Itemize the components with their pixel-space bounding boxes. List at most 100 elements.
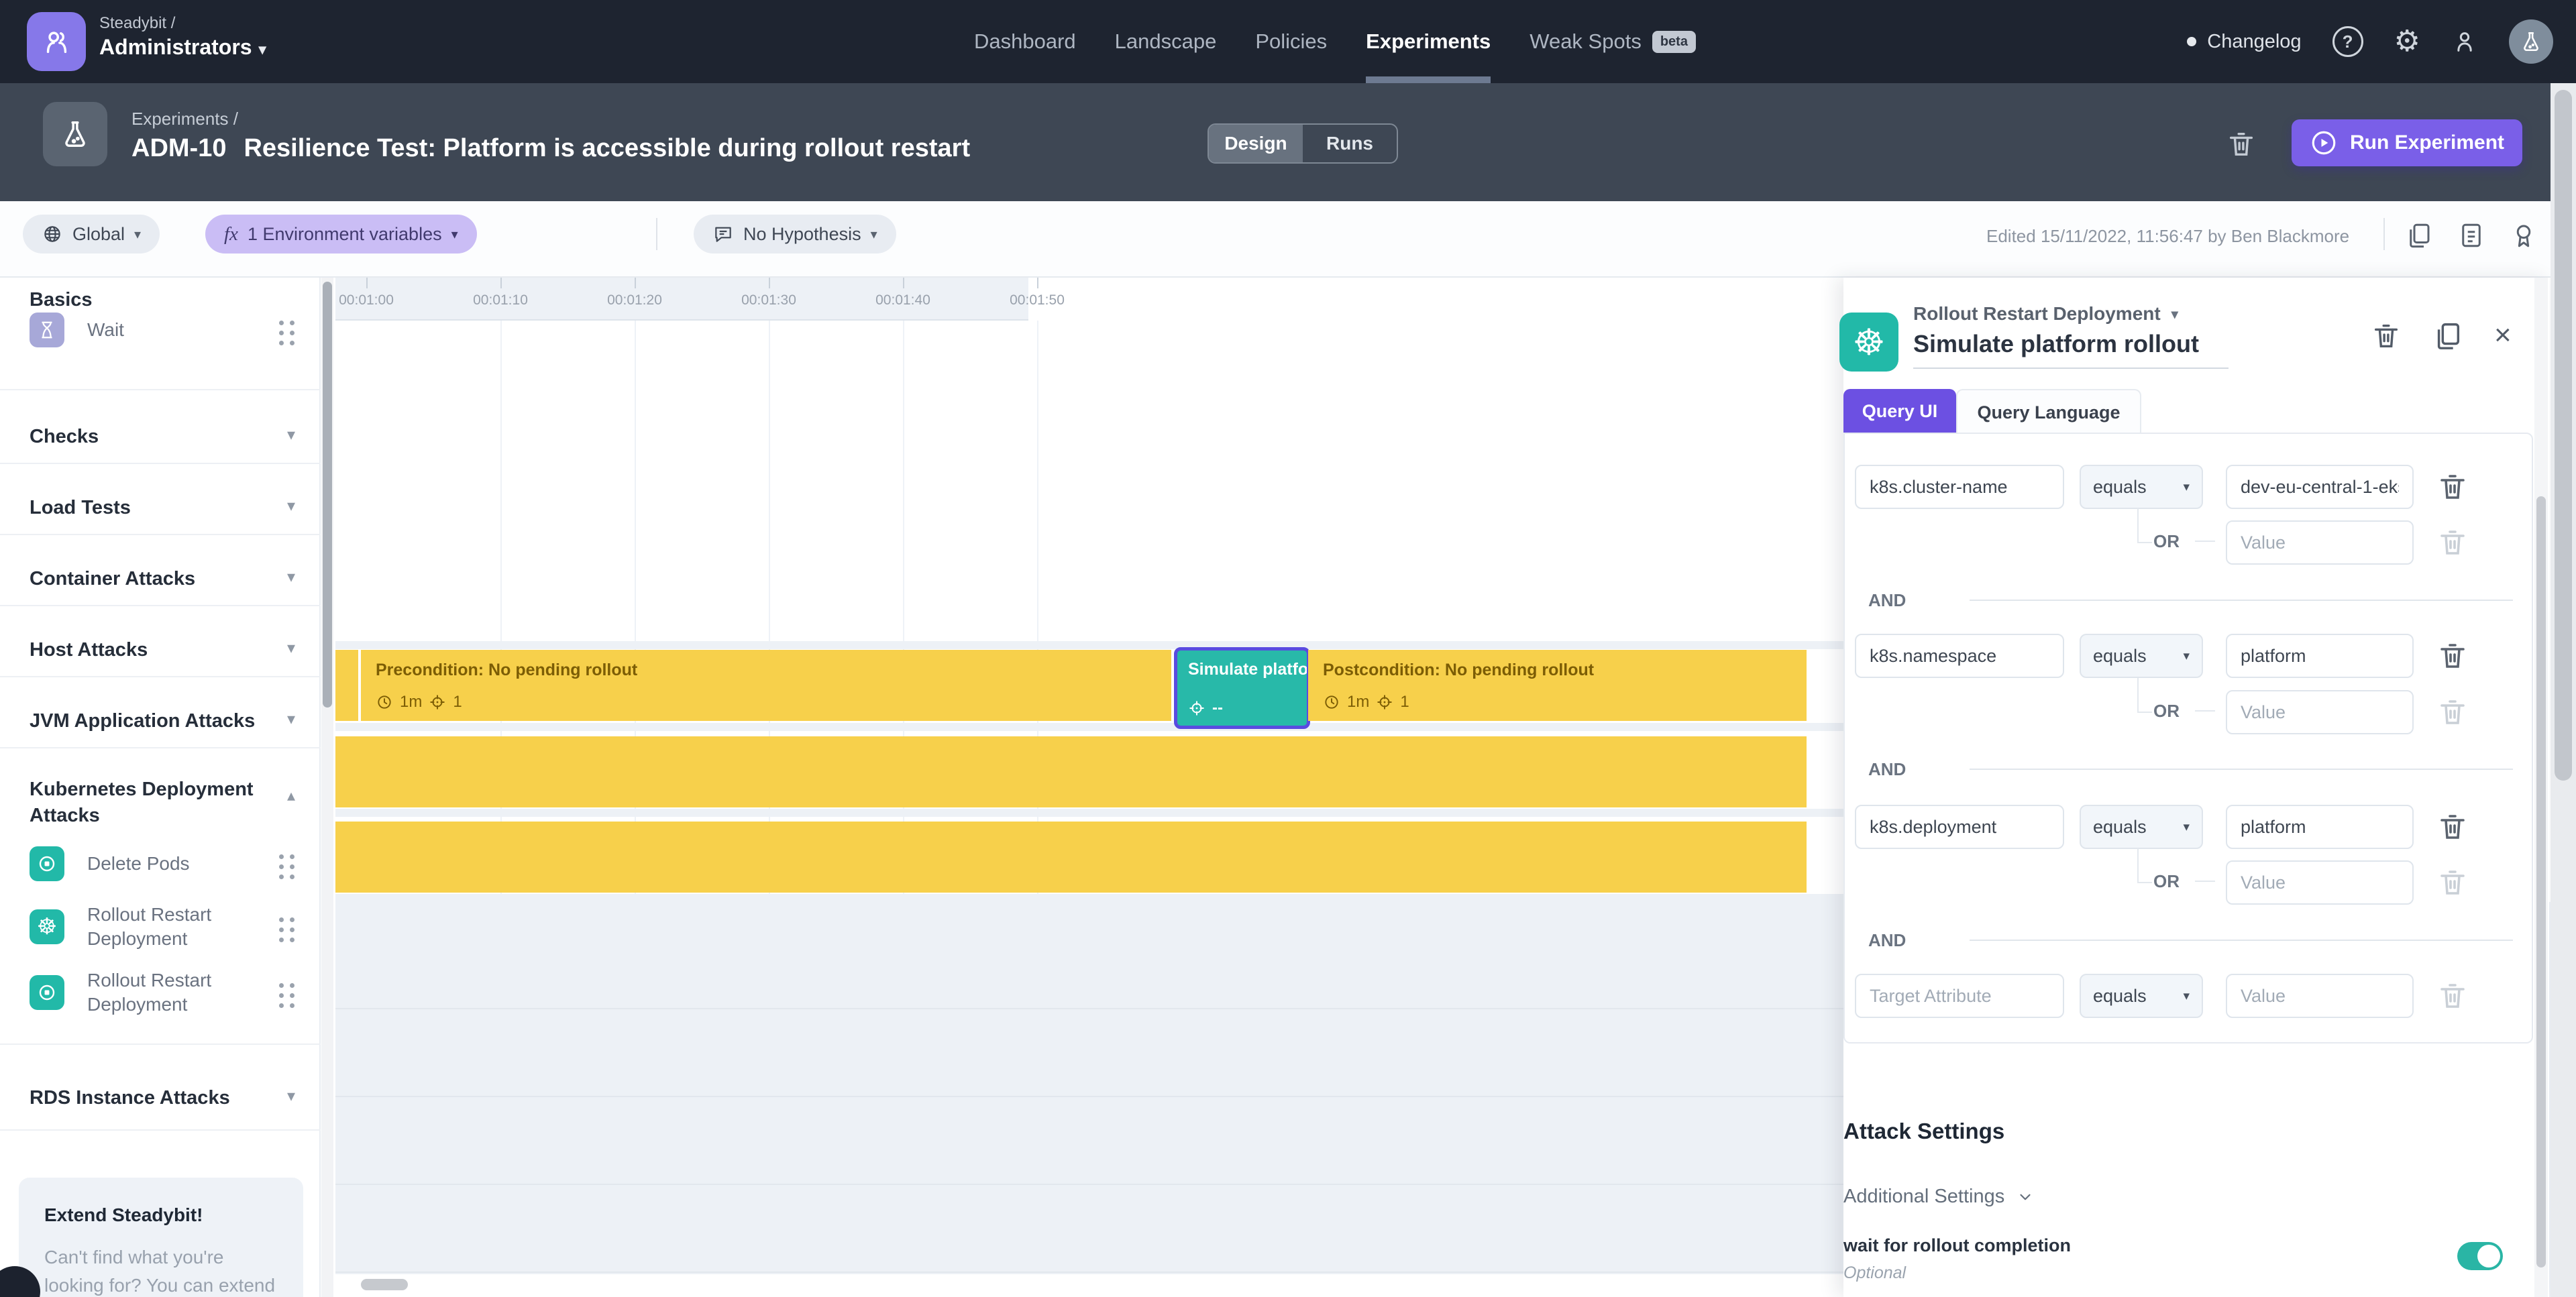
sidebar-section-jvm-attacks[interactable]: JVM Application Attacks — [30, 708, 258, 734]
chevron-down-icon: ▾ — [451, 227, 458, 242]
trash-icon[interactable] — [2436, 811, 2469, 843]
avatar[interactable] — [2509, 19, 2553, 64]
trash-icon[interactable] — [2436, 640, 2469, 672]
people-icon — [46, 32, 67, 54]
toolbar-divider — [2383, 218, 2385, 250]
or-value-input[interactable] — [2226, 520, 2414, 565]
nav-right: Changelog ? ⚙ — [2187, 0, 2553, 83]
environment-variables-button[interactable]: fx 1 Environment variables ▾ — [205, 215, 477, 253]
tab-design[interactable]: Design — [1209, 125, 1303, 162]
kubernetes-icon: ☸ — [30, 909, 64, 945]
changelog-link[interactable]: Changelog — [2187, 31, 2302, 53]
step-bar-precondition[interactable]: Precondition: No pending rollout 1m 1 — [361, 650, 1171, 721]
tab-query-language[interactable]: Query Language — [1956, 389, 2141, 435]
nav-landscape[interactable]: Landscape — [1115, 0, 1217, 83]
sidebar-section-container-attacks[interactable]: Container Attacks — [30, 566, 258, 592]
run-experiment-button[interactable]: Run Experiment — [2292, 119, 2522, 166]
duplicate-icon[interactable] — [2405, 221, 2433, 249]
value-input[interactable] — [2226, 465, 2414, 509]
chevron-down-icon[interactable]: ▾ — [287, 1086, 295, 1106]
sidebar-item-wait[interactable]: Wait — [30, 313, 255, 347]
chevron-down-icon[interactable]: ▾ — [287, 496, 295, 516]
chevron-down-icon[interactable]: ▾ — [287, 567, 295, 587]
operator-select[interactable]: equals ▾ — [2080, 465, 2203, 509]
environment-select[interactable]: Global ▾ — [23, 215, 160, 253]
horizontal-scrollbar-thumb[interactable] — [361, 1279, 408, 1290]
document-icon[interactable] — [2457, 221, 2485, 249]
value-input[interactable] — [2226, 974, 2414, 1018]
org-switcher[interactable]: Steadybit / Administrators ▾ — [99, 13, 266, 60]
badge-icon[interactable] — [2510, 221, 2538, 249]
step-bar-postcondition[interactable]: Postcondition: No pending rollout 1m 1 — [1308, 650, 1807, 721]
chevron-down-icon: ▾ — [870, 227, 877, 242]
attribute-input[interactable] — [1855, 974, 2064, 1018]
org-logo[interactable] — [27, 12, 86, 71]
gear-icon[interactable]: ⚙ — [2394, 27, 2420, 56]
step-bar-lane3[interactable] — [335, 822, 1807, 893]
operator-select[interactable]: equals ▾ — [2080, 805, 2203, 849]
attribute-input[interactable] — [1855, 805, 2064, 849]
chevron-down-icon[interactable]: ▾ — [287, 638, 295, 658]
tick-label: 00:01:40 — [875, 292, 930, 308]
sidebar-section-basics: Basics — [30, 289, 93, 311]
tick-label: 00:01:30 — [741, 292, 796, 308]
tab-query-ui[interactable]: Query UI — [1843, 389, 1956, 433]
step-bar-clipped[interactable] — [335, 650, 358, 721]
sidebar-section-host-attacks[interactable]: Host Attacks — [30, 637, 258, 663]
fx-icon: fx — [224, 223, 238, 245]
value-input[interactable] — [2226, 805, 2414, 849]
drag-handle[interactable] — [279, 854, 295, 879]
sidebar-section-rds-attacks[interactable]: RDS Instance Attacks — [30, 1085, 258, 1111]
globe-icon — [44, 226, 60, 242]
panel-scrollbar-thumb[interactable] — [2536, 496, 2546, 1267]
nav-policies[interactable]: Policies — [1255, 0, 1327, 83]
sidebar-item-rollout-restart-2[interactable]: Rollout Restart Deployment — [30, 968, 255, 1017]
sidebar-section-k8s-deployment-attacks[interactable]: Kubernetes Deployment Attacks — [30, 777, 258, 829]
or-value-input[interactable] — [2226, 690, 2414, 734]
view-toggle: Design Runs — [1208, 123, 1398, 164]
wait-for-rollout-toggle[interactable] — [2457, 1242, 2503, 1270]
help-icon[interactable]: ? — [2332, 26, 2363, 57]
sidebar-scrollbar-thumb[interactable] — [323, 282, 332, 708]
attribute-input[interactable] — [1855, 465, 2064, 509]
sidebar-item-rollout-restart-1[interactable]: ☸ Rollout Restart Deployment — [30, 903, 255, 952]
org-name: Steadybit / — [99, 14, 176, 32]
chevron-down-icon[interactable]: ▾ — [287, 425, 295, 445]
play-circle-icon — [2312, 131, 2336, 155]
delete-experiment-button[interactable] — [2226, 129, 2257, 160]
action-type-select[interactable]: Rollout Restart Deployment ▾ — [1913, 303, 2178, 325]
close-icon[interactable]: × — [2494, 321, 2512, 351]
sidebar-item-delete-pods[interactable]: Delete Pods — [30, 846, 255, 881]
or-value-input[interactable] — [2226, 860, 2414, 905]
extend-body: Can't find what you're looking for? You … — [44, 1247, 276, 1296]
trash-icon[interactable] — [2436, 471, 2469, 503]
wait-setting-label: wait for rollout completion — [1843, 1235, 2071, 1255]
nav-dashboard[interactable]: Dashboard — [974, 0, 1076, 83]
chevron-up-icon[interactable]: ▴ — [287, 786, 295, 805]
operator-select[interactable]: equals ▾ — [2080, 634, 2203, 678]
drag-handle[interactable] — [279, 917, 295, 942]
additional-settings-toggle[interactable]: Additional Settings — [1843, 1186, 2034, 1208]
duplicate-icon[interactable] — [2432, 321, 2463, 351]
trash-icon[interactable] — [2371, 321, 2402, 351]
step-bar-selected-rollout[interactable]: Simulate platform rollout -- — [1174, 647, 1310, 729]
nav-weak-spots[interactable]: Weak Spots beta — [1529, 0, 1696, 83]
drag-handle[interactable] — [279, 321, 295, 345]
breadcrumb[interactable]: Experiments / — [131, 109, 238, 129]
hypothesis-select[interactable]: No Hypothesis ▾ — [694, 215, 896, 253]
page-scrollbar-thumb[interactable] — [2555, 90, 2572, 781]
drag-handle[interactable] — [279, 983, 295, 1008]
user-icon[interactable] — [2451, 28, 2478, 55]
value-input[interactable] — [2226, 634, 2414, 678]
step-bar-lane2[interactable] — [335, 736, 1807, 807]
chevron-down-icon[interactable]: ▾ — [287, 710, 295, 729]
kubernetes-icon: ☸ — [1839, 313, 1898, 372]
operator-select[interactable]: equals ▾ — [2080, 974, 2203, 1018]
sidebar-section-checks[interactable]: Checks — [30, 424, 258, 450]
action-name-input[interactable]: Simulate platform rollout — [1913, 330, 2199, 358]
sidebar-section-load-tests[interactable]: Load Tests — [30, 495, 258, 521]
attribute-input[interactable] — [1855, 634, 2064, 678]
tab-runs[interactable]: Runs — [1303, 125, 1397, 162]
nav-experiments[interactable]: Experiments — [1366, 0, 1491, 83]
horizontal-scrollbar[interactable] — [335, 1274, 1843, 1297]
